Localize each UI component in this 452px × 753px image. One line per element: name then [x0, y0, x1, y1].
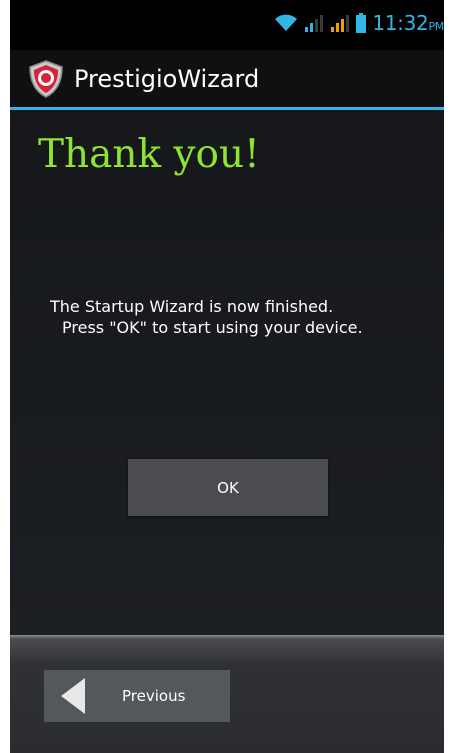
- battery-icon: [356, 13, 367, 33]
- prestigio-logo-icon: [29, 59, 63, 98]
- page-heading: Thank you!: [38, 132, 260, 177]
- message-line-2: Press "OK" to start using your device.: [62, 318, 363, 337]
- previous-label: Previous: [122, 687, 186, 705]
- action-bar: PrestigioWizard: [10, 50, 444, 110]
- phone-screen: 11:32PM PrestigioWizard Thank you! The S…: [10, 0, 444, 753]
- ok-button[interactable]: OK: [128, 459, 328, 516]
- signal-icon-1: [305, 15, 324, 32]
- status-time: 11:32PM: [372, 11, 444, 35]
- content-area: Thank you! The Startup Wizard is now fin…: [10, 110, 444, 635]
- status-time-value: 11:32: [372, 11, 429, 35]
- triangle-left-icon: [44, 670, 100, 722]
- wifi-icon: [275, 14, 298, 31]
- message-line-1: The Startup Wizard is now finished.: [50, 297, 334, 316]
- finished-message: The Startup Wizard is now finished. Pres…: [50, 296, 430, 338]
- previous-button[interactable]: Previous: [44, 670, 230, 722]
- status-icons: 11:32PM: [274, 10, 444, 36]
- app-title: PrestigioWizard: [74, 64, 260, 93]
- bottom-navigation-bar: Previous: [10, 635, 444, 753]
- status-time-ampm: PM: [428, 20, 444, 33]
- status-bar: 11:32PM: [10, 0, 444, 50]
- signal-icon-2: [331, 15, 350, 32]
